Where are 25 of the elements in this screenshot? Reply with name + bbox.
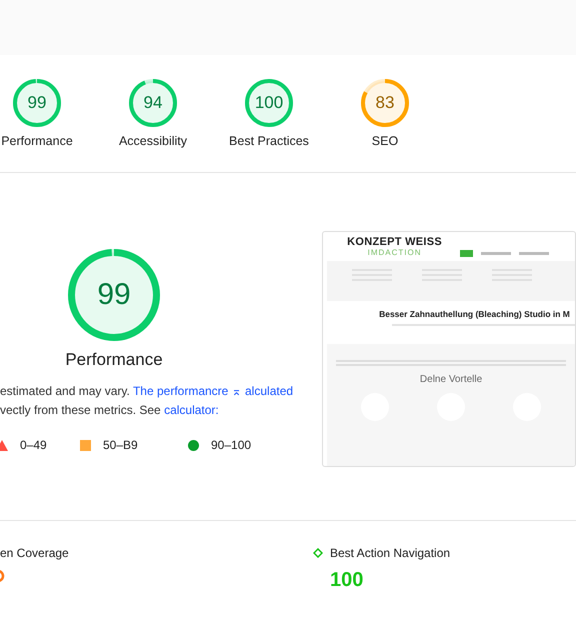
category-label[interactable]: Performance (1, 134, 73, 148)
score-description: estimated and may vary. The performancre ⌅ alculated vectly from these metrics. See calculator: (0, 383, 294, 419)
site-tagline: IMDACTION (368, 248, 422, 257)
legend-range: 90–100 (211, 438, 252, 452)
category-label[interactable]: Best Practices (229, 134, 309, 148)
score-value: 94 (142, 92, 164, 114)
score-value: 100 (254, 92, 284, 114)
gauge-title: Performance (65, 350, 163, 370)
score-value: 99 (96, 277, 132, 313)
score-value: 83 (374, 92, 396, 114)
description-link[interactable]: The performancre ⌅ alculated (132, 384, 294, 398)
metric-value: 100 (330, 569, 364, 592)
section-title: Delne Vortelle (420, 374, 482, 385)
metric-label: en Coverage (0, 546, 69, 560)
site-headline: Besser Zahnauthellung (Bleaching) Studio in M (379, 309, 571, 319)
legend-range: 50–B9 (103, 438, 138, 452)
category-label[interactable]: SEO (372, 134, 398, 148)
site-logo-text: KONZEPT WEISS (347, 236, 442, 248)
score-value: 99 (26, 92, 48, 114)
calculator-link[interactable]: calculator: (164, 403, 219, 417)
legend-range: 0–49 (20, 438, 47, 452)
circle-icon (188, 440, 199, 450)
category-label[interactable]: Accessibility (118, 134, 188, 148)
metric-label: Best Action Navigation (330, 546, 450, 560)
square-icon (80, 440, 91, 450)
